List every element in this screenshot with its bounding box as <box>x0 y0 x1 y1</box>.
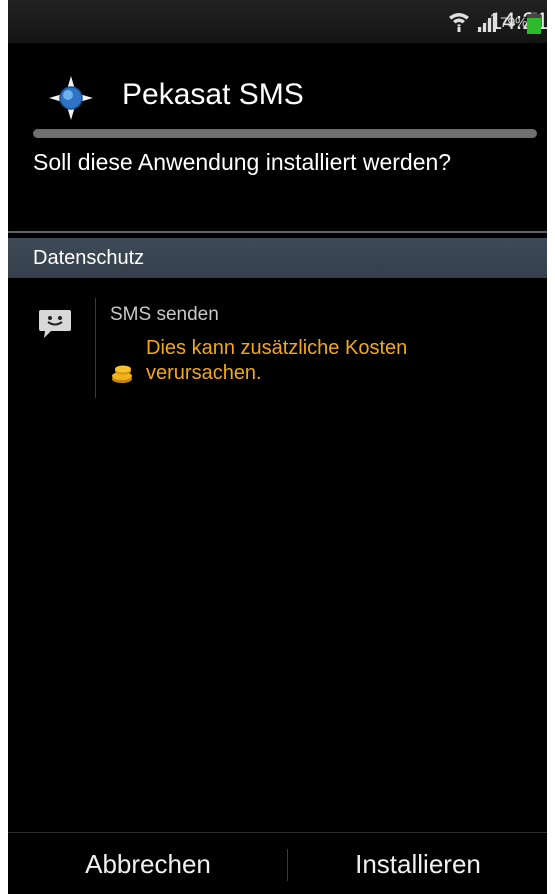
sms-message-icon <box>39 310 71 338</box>
coins-icon <box>112 365 132 383</box>
battery-percent: 79% <box>500 14 528 30</box>
left-edge <box>0 0 8 894</box>
signal-icon <box>476 12 496 32</box>
permission-cost-warning: Dies kann zusätzliche Kosten verursachen… <box>146 337 408 384</box>
progress-bar <box>33 129 537 138</box>
install-button[interactable]: Installieren <box>289 833 547 894</box>
battery-icon <box>527 12 541 34</box>
install-question: Soll diese Anwendung installiert werden? <box>33 149 452 175</box>
status-bar: 14:21 79% <box>8 0 547 43</box>
app-title: Pekasat SMS <box>122 78 304 111</box>
wifi-icon <box>449 13 469 32</box>
app-compass-icon <box>49 76 93 120</box>
cancel-button[interactable]: Abbrechen <box>8 833 288 894</box>
permission-divider <box>95 298 96 398</box>
install-screen: 14:21 79% Pekasat SMS Soll diese Anwendu… <box>8 0 547 894</box>
right-edge <box>547 0 555 894</box>
bottom-button-bar: Abbrechen Installieren <box>8 832 547 894</box>
permission-title: SMS senden <box>110 304 219 325</box>
button-divider <box>287 849 288 881</box>
section-header-privacy: Datenschutz <box>8 238 547 278</box>
permission-item-sms: SMS senden Dies kann zusätzliche Kosten … <box>8 296 547 406</box>
header-divider <box>8 231 547 233</box>
section-title: Datenschutz <box>33 247 145 269</box>
